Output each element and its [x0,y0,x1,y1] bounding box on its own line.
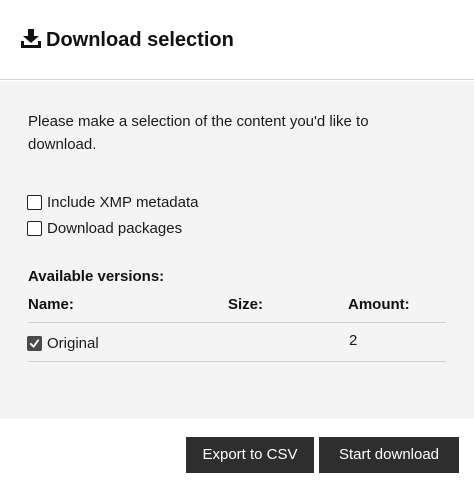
column-header-amount: Amount: [348,296,410,313]
version-name: Original [47,334,99,352]
include-xmp-label: Include XMP metadata [47,193,199,211]
dialog-title: Download selection [46,29,234,51]
dialog-header: Download selection [0,0,474,80]
download-packages-option[interactable]: Download packages [27,218,182,238]
available-versions-heading: Available versions: [28,268,165,285]
version-row-original[interactable]: Original [27,333,99,353]
checkmark-icon [29,338,40,348]
column-header-size: Size: [228,296,264,313]
include-xmp-checkbox[interactable] [27,194,42,210]
export-csv-button[interactable]: Export to CSV [186,437,314,473]
version-amount: 2 [349,332,358,349]
download-dialog: Download selection Please make a selecti… [0,0,474,489]
table-divider [28,361,446,362]
download-packages-checkbox[interactable] [27,220,42,236]
start-download-button[interactable]: Start download [319,437,459,473]
dialog-body: Please make a selection of the content y… [0,81,474,419]
table-divider [28,322,446,323]
original-version-checkbox[interactable] [27,335,42,351]
download-packages-label: Download packages [47,219,183,237]
intro-text: Please make a selection of the content y… [28,113,369,153]
include-xmp-option[interactable]: Include XMP metadata [27,192,198,212]
column-header-name: Name: [28,296,74,313]
download-icon [20,29,42,49]
